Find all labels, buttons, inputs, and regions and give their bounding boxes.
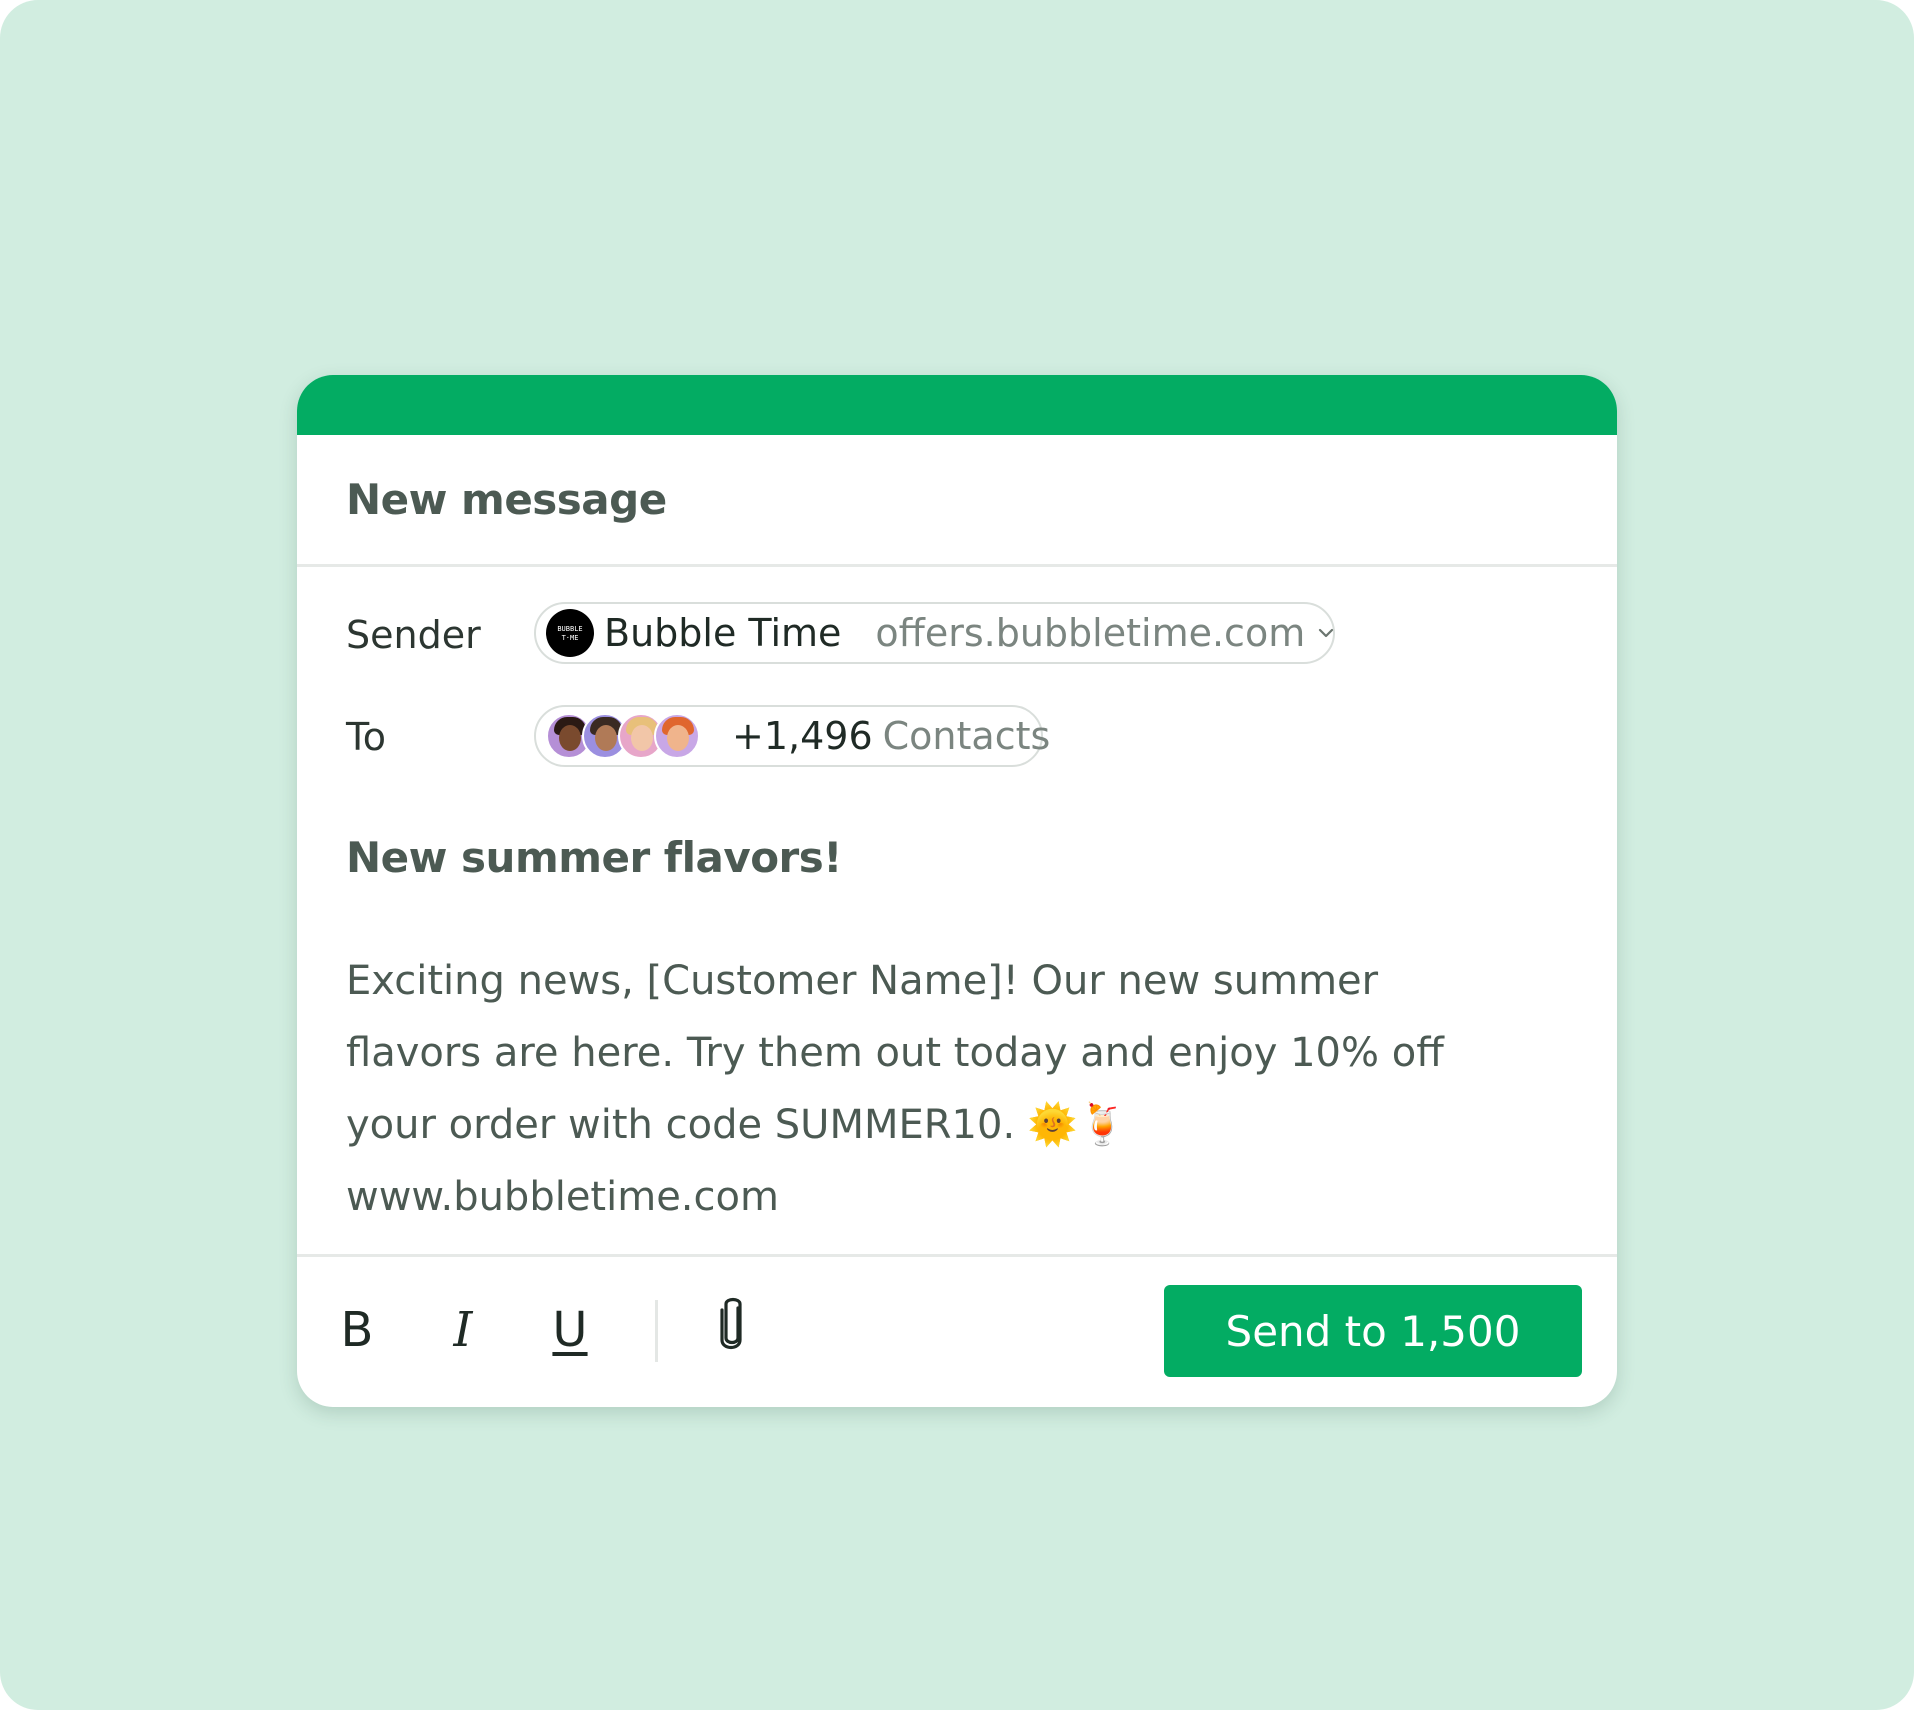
to-label: To (346, 715, 387, 759)
toolbar-separator (655, 1300, 658, 1362)
chevron-down-icon (1317, 622, 1335, 644)
contacts-label: Contacts (882, 714, 1051, 758)
sender-select[interactable]: BUBBLE T·ME Bubble Time offers.bubbletim… (534, 602, 1335, 664)
underline-button[interactable]: U (540, 1295, 600, 1365)
avatar (654, 713, 700, 759)
recipients-field[interactable]: +1,496 Contacts (534, 705, 1050, 767)
avatar-face (559, 725, 581, 751)
italic-button[interactable]: I (433, 1295, 493, 1365)
recipient-count: +1,496 (732, 714, 873, 758)
send-button[interactable]: Send to 1,500 (1164, 1285, 1582, 1377)
compose-card: New message Sender BUBBLE T·ME Bubble Ti… (297, 375, 1617, 1407)
message-subject[interactable]: New summer flavors! (346, 833, 842, 882)
message-body[interactable]: Exciting news, [Customer Name]! Our new … (346, 945, 1466, 1233)
avatar-face (595, 725, 617, 751)
attach-button[interactable] (702, 1295, 762, 1365)
logo-text-top: BUBBLE (557, 625, 582, 633)
sender-label: Sender (346, 613, 481, 657)
card-top-bar (297, 375, 1617, 435)
logo-text-bottom: T·ME (562, 634, 579, 642)
bold-button[interactable]: B (327, 1295, 387, 1365)
page-title: New message (346, 475, 667, 524)
paperclip-icon (712, 1294, 752, 1366)
toolbar-divider (297, 1254, 1617, 1257)
sender-logo: BUBBLE T·ME (546, 609, 594, 657)
page-background: New message Sender BUBBLE T·ME Bubble Ti… (0, 0, 1914, 1710)
sender-name: Bubble Time (604, 611, 842, 655)
avatar-face (667, 725, 689, 751)
avatar-group (546, 713, 700, 759)
sender-domain: offers.bubbletime.com (875, 611, 1306, 655)
header-divider (297, 564, 1617, 567)
avatar-face (631, 725, 653, 751)
